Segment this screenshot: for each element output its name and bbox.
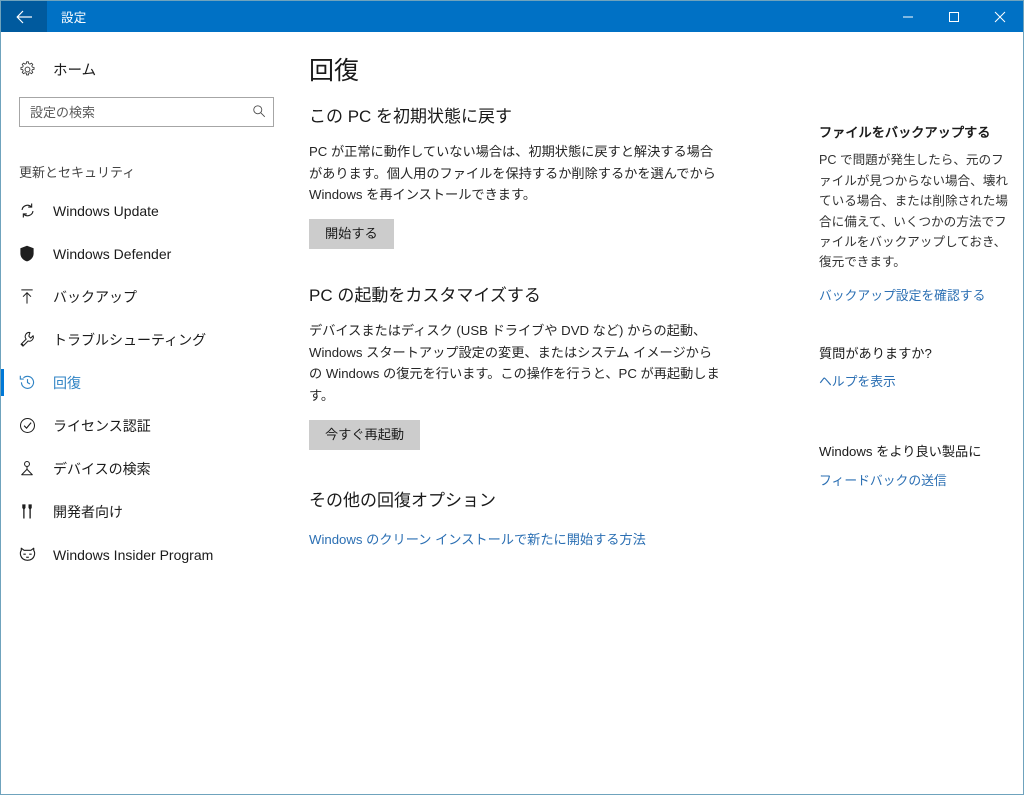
rail-block-questions: 質問がありますか? ヘルプを表示: [819, 345, 1014, 391]
section-description: デバイスまたはディスク (USB ドライブや DVD など) からの起動、Win…: [309, 323, 720, 403]
search-button[interactable]: [245, 98, 273, 126]
restart-now-button[interactable]: 今すぐ再起動: [309, 419, 421, 450]
rail-title: Windows をより良い製品に: [819, 444, 982, 460]
sidebar-item-label: Windows Defender: [53, 245, 172, 262]
close-icon: [994, 11, 1006, 23]
window-title: 設定: [61, 11, 87, 25]
section-advanced-startup: PC の起動をカスタマイズする デバイスまたはディスク (USB ドライブや D…: [309, 285, 764, 450]
get-started-button[interactable]: 開始する: [309, 219, 394, 250]
section-title: この PC を初期状態に戻す: [309, 107, 513, 126]
rail-text: PC で問題が発生したら、元のファイルが見つからない場合、壊れている場合、または…: [819, 153, 1008, 270]
get-help-link[interactable]: ヘルプを表示: [819, 371, 896, 390]
sidebar-item-backup[interactable]: バックアップ: [1, 275, 294, 318]
ninjacat-icon: [19, 547, 41, 563]
wrench-icon: [19, 331, 41, 348]
sidebar-item-home[interactable]: ホーム: [1, 53, 294, 85]
sidebar-nav: Windows Update Windows Defender バックアップ ト…: [1, 189, 294, 576]
other-options-title: その他の回復オプション: [309, 490, 496, 510]
developer-tools-icon: [19, 503, 41, 520]
minimize-button[interactable]: [885, 1, 931, 32]
search-box[interactable]: [19, 97, 274, 127]
rail-block-feedback: Windows をより良い製品に フィードバックの送信: [819, 443, 1014, 489]
settings-window: 設定 ホーム 設定の検索 更新とセキュリティ Windows Update Wi…: [0, 0, 1024, 795]
close-button[interactable]: [977, 1, 1023, 32]
sync-icon: [19, 202, 41, 219]
back-arrow-icon: [15, 10, 33, 24]
search-input[interactable]: [20, 98, 245, 126]
content-area: 回復 この PC を初期状態に戻す PC が正常に動作していない場合は、初期状態…: [294, 32, 1023, 794]
sidebar-item-windows-defender[interactable]: Windows Defender: [1, 232, 294, 275]
check-circle-icon: [19, 417, 41, 434]
sidebar-item-find-my-device[interactable]: デバイスの検索: [1, 447, 294, 490]
sidebar-item-label: トラブルシューティング: [53, 331, 207, 348]
window-body: ホーム 更新とセキュリティ: [1, 32, 1023, 794]
section-reset-pc: この PC を初期状態に戻す PC が正常に動作していない場合は、初期状態に戻す…: [309, 106, 764, 250]
maximize-icon: [948, 11, 960, 23]
back-button[interactable]: [1, 1, 47, 32]
sidebar-item-recovery[interactable]: 回復: [1, 361, 294, 404]
sidebar-item-label: Windows Insider Program: [53, 546, 214, 563]
sidebar-item-activation[interactable]: ライセンス認証: [1, 404, 294, 447]
device-locator-icon: [19, 460, 41, 477]
sidebar-item-label: 回復: [53, 374, 81, 391]
main-column: 回復 この PC を初期状態に戻す PC が正常に動作していない場合は、初期状態…: [294, 56, 764, 794]
sidebar: ホーム 更新とセキュリティ: [1, 32, 294, 794]
maximize-button[interactable]: [931, 1, 977, 32]
section-description: PC が正常に動作していない場合は、初期状態に戻すと解決する場合があります。個人…: [309, 144, 716, 202]
rail-block-backup: ファイルをバックアップする PC で問題が発生したら、元のファイルが見つからない…: [819, 124, 1014, 305]
history-clock-icon: [19, 374, 41, 391]
minimize-icon: [902, 11, 914, 23]
sidebar-item-label: 開発者向け: [53, 503, 123, 520]
page-title: 回復: [309, 57, 360, 85]
window-controls: [885, 1, 1023, 32]
sidebar-item-troubleshoot[interactable]: トラブルシューティング: [1, 318, 294, 361]
shield-icon: [19, 245, 41, 262]
sidebar-home-label: ホーム: [53, 62, 97, 79]
upload-arrow-icon: [19, 288, 41, 305]
sidebar-item-for-developers[interactable]: 開発者向け: [1, 490, 294, 533]
sidebar-item-label: デバイスの検索: [53, 460, 151, 477]
search-icon: [252, 104, 266, 121]
rail-title: ファイルをバックアップする: [819, 125, 991, 140]
section-more-recovery-options: その他の回復オプション Windows のクリーン インストールで新たに開始する…: [309, 486, 764, 549]
sidebar-group-heading: 更新とセキュリティ: [19, 165, 136, 180]
send-feedback-link[interactable]: フィードバックの送信: [819, 470, 947, 489]
sidebar-item-label: バックアップ: [53, 288, 137, 305]
gear-icon: [15, 60, 39, 78]
sidebar-item-windows-insider-program[interactable]: Windows Insider Program: [1, 533, 294, 576]
clean-install-link[interactable]: Windows のクリーン インストールで新たに開始する方法: [309, 532, 646, 547]
sidebar-item-label: Windows Update: [53, 202, 159, 219]
sidebar-item-windows-update[interactable]: Windows Update: [1, 189, 294, 232]
backup-settings-link[interactable]: バックアップ設定を確認する: [819, 285, 985, 304]
sidebar-item-label: ライセンス認証: [53, 417, 151, 434]
title-bar: 設定: [1, 1, 1023, 32]
rail-title: 質問がありますか?: [819, 345, 932, 361]
right-rail: ファイルをバックアップする PC で問題が発生したら、元のファイルが見つからない…: [764, 56, 1014, 794]
section-title: PC の起動をカスタマイズする: [309, 286, 541, 306]
